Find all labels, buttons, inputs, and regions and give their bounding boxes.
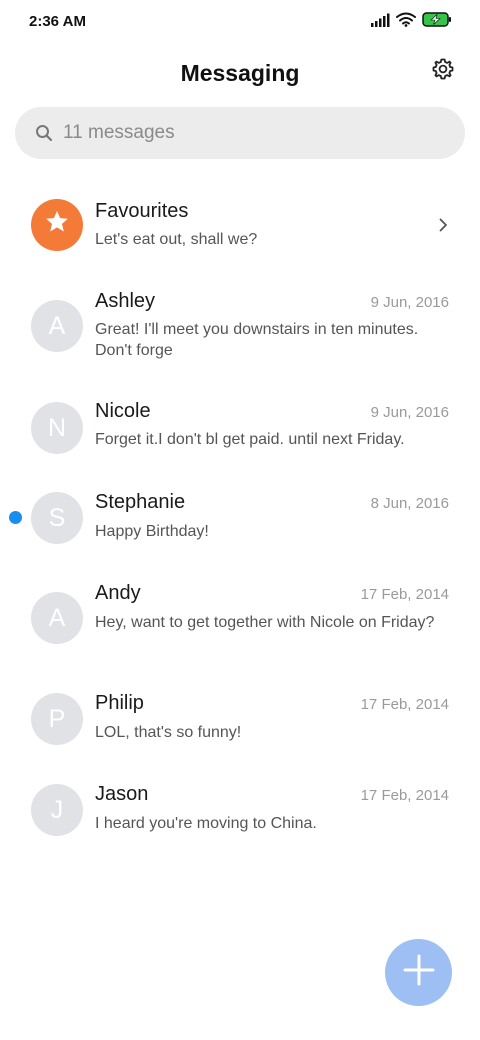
conversation-date: 9 Jun, 2016 xyxy=(370,404,449,421)
avatar: P xyxy=(31,693,83,745)
conversation-jason[interactable]: J Jason 17 Feb, 2014 I heard you're movi… xyxy=(0,773,480,853)
conversation-ashley[interactable]: A Ashley 9 Jun, 2016 Great! I'll meet yo… xyxy=(0,280,480,380)
conversation-name: Philip xyxy=(95,692,144,714)
status-time: 2:36 AM xyxy=(29,13,86,30)
plus-icon xyxy=(402,953,436,992)
conversation-name: Andy xyxy=(95,582,141,604)
status-bar: 2:36 AM xyxy=(0,0,480,44)
search-icon xyxy=(35,124,53,142)
conversation-stephanie[interactable]: S Stephanie 8 Jun, 2016 Happy Birthday! xyxy=(0,481,480,561)
status-icons xyxy=(370,12,452,32)
favourites-avatar xyxy=(31,199,83,251)
conversation-name: Ashley xyxy=(95,290,156,312)
conversation-preview: Happy Birthday! xyxy=(95,523,209,540)
gear-icon xyxy=(431,57,455,86)
conversation-preview: Great! I'll meet you downstairs in ten m… xyxy=(95,321,419,359)
chevron-right-icon xyxy=(436,218,450,232)
conversation-name: Jason xyxy=(95,783,149,805)
unread-indicator xyxy=(9,511,22,524)
signal-icon xyxy=(370,13,390,32)
avatar: J xyxy=(31,784,83,836)
conversation-favourites[interactable]: Favourites Let's eat out, shall we? xyxy=(0,170,480,260)
battery-charging-icon xyxy=(422,12,452,32)
wifi-icon xyxy=(396,12,416,32)
search-bar[interactable] xyxy=(15,107,465,159)
page-title: Messaging xyxy=(180,60,300,86)
conversation-preview: Hey, want to get together with Nicole on… xyxy=(95,614,435,631)
avatar: S xyxy=(31,492,83,544)
new-message-button[interactable] xyxy=(385,939,452,1006)
avatar: N xyxy=(31,402,83,454)
conversation-date: 8 Jun, 2016 xyxy=(370,495,449,512)
conversation-date: 17 Feb, 2014 xyxy=(360,787,449,804)
conversation-date: 17 Feb, 2014 xyxy=(360,586,449,603)
conversation-preview: I heard you're moving to China. xyxy=(95,815,317,832)
conversation-preview: LOL, that's so funny! xyxy=(95,724,242,741)
conversation-name: Favourites xyxy=(95,200,189,222)
search-input[interactable] xyxy=(63,122,423,144)
star-icon xyxy=(44,209,70,242)
conversation-date: 17 Feb, 2014 xyxy=(360,696,449,713)
conversation-nicole[interactable]: N Nicole 9 Jun, 2016 Forget it.I don't b… xyxy=(0,390,480,470)
conversation-philip[interactable]: P Philip 17 Feb, 2014 LOL, that's so fun… xyxy=(0,682,480,762)
conversation-name: Stephanie xyxy=(95,491,186,513)
conversation-preview: Let's eat out, shall we? xyxy=(95,231,258,248)
conversation-date: 9 Jun, 2016 xyxy=(370,294,449,311)
conversation-andy[interactable]: A Andy 17 Feb, 2014 Hey, want to get tog… xyxy=(0,572,480,672)
app-header: Messaging xyxy=(0,44,480,102)
conversation-preview: Forget it.I don't bl get paid. until nex… xyxy=(95,431,405,448)
conversation-name: Nicole xyxy=(95,400,151,422)
avatar: A xyxy=(31,300,83,352)
settings-button[interactable] xyxy=(430,58,456,84)
avatar: A xyxy=(31,592,83,644)
